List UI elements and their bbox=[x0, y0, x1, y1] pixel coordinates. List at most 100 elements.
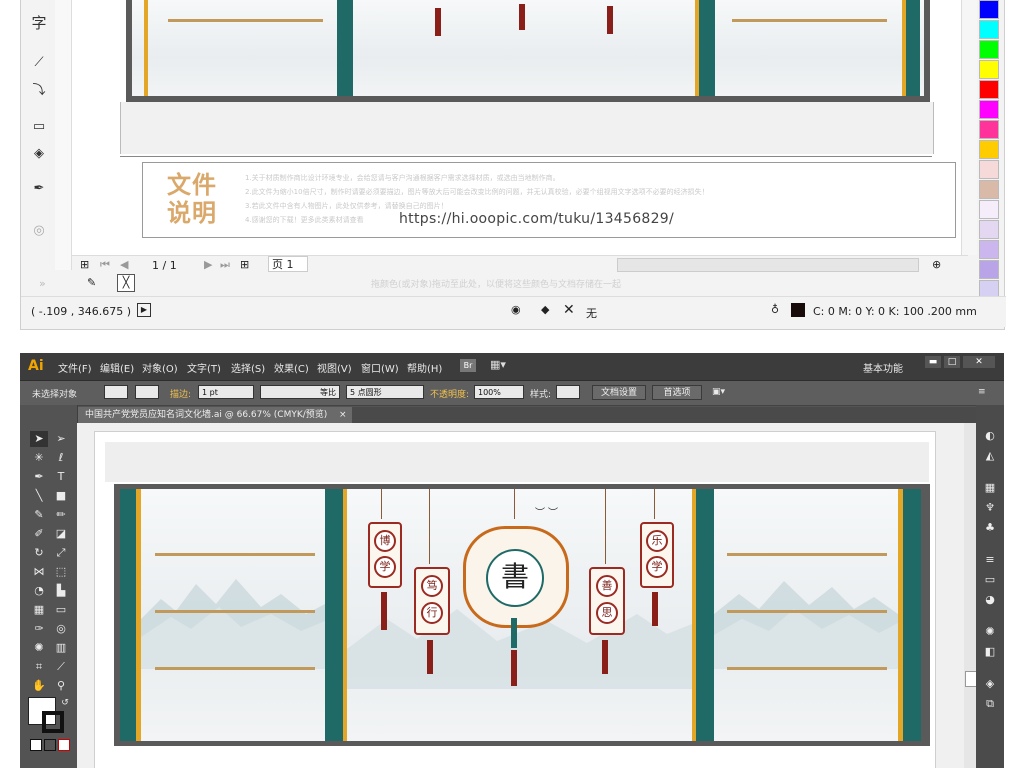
menu-file[interactable]: 文件(F) bbox=[58, 360, 92, 375]
shadow-tool-icon[interactable]: ▭ bbox=[30, 118, 48, 136]
stroke-weight-input[interactable]: 1 pt bbox=[198, 385, 254, 399]
color-swatch[interactable] bbox=[979, 20, 999, 39]
mesh-tool-icon[interactable]: ▦ bbox=[30, 602, 48, 618]
symbol-sprayer-tool-icon[interactable]: ✺ bbox=[30, 640, 48, 656]
color-mode-icon[interactable] bbox=[30, 739, 42, 751]
bridge-button[interactable]: Br bbox=[460, 359, 476, 372]
rotate-tool-icon[interactable]: ↻ bbox=[30, 545, 48, 561]
zoom-tool-icon[interactable]: ⚲ bbox=[52, 678, 70, 694]
add-page-icon[interactable]: ⊞ bbox=[80, 258, 89, 271]
prev-page-icon[interactable]: ◀ bbox=[120, 258, 128, 271]
fill-tool-icon[interactable]: ◎ bbox=[30, 222, 48, 240]
maximize-button[interactable]: □ bbox=[944, 356, 960, 368]
symbols-icon[interactable]: ♣ bbox=[982, 521, 998, 535]
page-tab[interactable]: 页 1 bbox=[268, 256, 308, 272]
gradient-panel-icon[interactable]: ▭ bbox=[982, 573, 998, 587]
artboards-panel-icon[interactable]: ⧉ bbox=[982, 697, 998, 711]
connector-tool-icon[interactable]: ⤵ bbox=[30, 82, 48, 100]
fill-swatch[interactable] bbox=[104, 385, 128, 399]
panel-menu-icon[interactable]: ≡ bbox=[978, 387, 986, 397]
gradient-tool-icon[interactable]: ▭ bbox=[52, 602, 70, 618]
eraser-tool-icon[interactable]: ◪ bbox=[52, 526, 70, 542]
free-transform-tool-icon[interactable]: ⬚ bbox=[52, 564, 70, 580]
brush-select[interactable]: 5 点圆形 bbox=[346, 385, 424, 399]
target-icon[interactable]: ◉ bbox=[511, 303, 521, 316]
menu-type[interactable]: 文字(T) bbox=[187, 360, 221, 375]
color-guide-icon[interactable]: ◭ bbox=[982, 449, 998, 463]
shape-builder-tool-icon[interactable]: ◔ bbox=[30, 583, 48, 599]
rectangle-tool-icon[interactable]: ■ bbox=[52, 488, 70, 504]
arrange-icon[interactable]: ▣▾ bbox=[712, 387, 725, 397]
zoom-icon[interactable]: ⊕ bbox=[932, 258, 941, 271]
opacity-input[interactable]: 100% bbox=[474, 385, 524, 399]
color-swatch[interactable] bbox=[979, 240, 999, 259]
none-mode-icon[interactable] bbox=[58, 739, 70, 751]
no-color-swatch-icon[interactable]: ╳ bbox=[117, 274, 135, 292]
line-tool-icon[interactable]: ╲ bbox=[30, 488, 48, 504]
palette-scrollbar[interactable] bbox=[961, 0, 977, 255]
color-swatch[interactable] bbox=[979, 200, 999, 219]
document-tab[interactable]: 中国共产党党员应知名词文化墙.ai @ 66.67% (CMYK/预览) × bbox=[77, 407, 352, 423]
color-swatch[interactable] bbox=[979, 140, 999, 159]
horizontal-scrollbar[interactable] bbox=[617, 258, 919, 272]
color-swatch[interactable] bbox=[979, 80, 999, 99]
color-swatch[interactable] bbox=[979, 260, 999, 279]
menu-edit[interactable]: 编辑(E) bbox=[100, 360, 134, 375]
menu-effect[interactable]: 效果(C) bbox=[274, 360, 309, 375]
lasso-tool-icon[interactable]: ℓ bbox=[52, 450, 70, 466]
variable-width-select[interactable]: 等比 bbox=[260, 385, 340, 399]
color-swatch[interactable] bbox=[979, 180, 999, 199]
stroke-panel-icon[interactable]: ≡ bbox=[982, 553, 998, 567]
dimension-tool-icon[interactable]: ⟋ bbox=[30, 54, 48, 72]
type-tool-icon[interactable]: T bbox=[52, 469, 70, 485]
arrange-documents-icon[interactable]: ▦▾ bbox=[490, 358, 506, 371]
hand-tool-icon[interactable]: ✋ bbox=[30, 678, 48, 694]
direct-selection-tool-icon[interactable]: ➢ bbox=[52, 431, 70, 447]
column-graph-tool-icon[interactable]: ▥ bbox=[52, 640, 70, 656]
add-page-end-icon[interactable]: ⊞ bbox=[240, 258, 249, 271]
width-tool-icon[interactable]: ⋈ bbox=[30, 564, 48, 580]
color-swatch[interactable] bbox=[979, 0, 999, 19]
play-icon[interactable]: ▶ bbox=[137, 303, 151, 317]
color-swatch[interactable] bbox=[979, 100, 999, 119]
color-panel-icon[interactable]: ◐ bbox=[982, 429, 998, 443]
minimize-button[interactable]: ▬ bbox=[925, 356, 941, 368]
pen-icon[interactable]: ♁ bbox=[771, 303, 779, 316]
menu-view[interactable]: 视图(V) bbox=[317, 360, 352, 375]
perspective-grid-tool-icon[interactable]: ▙ bbox=[52, 583, 70, 599]
text-tool-icon[interactable]: 字 bbox=[30, 14, 48, 32]
menu-help[interactable]: 帮助(H) bbox=[407, 360, 442, 375]
document-setup-button[interactable]: 文档设置 bbox=[592, 385, 646, 400]
corel-canvas[interactable]: 文件说明 1.关于材质制作商比设计环境专业，会给您请与客户沟通根据客户需求选择材… bbox=[72, 0, 968, 255]
swap-colors-icon[interactable]: ↺ bbox=[56, 695, 74, 711]
blob-brush-tool-icon[interactable]: ✐ bbox=[30, 526, 48, 542]
vertical-scrollbar[interactable] bbox=[964, 423, 977, 768]
pencil-tool-icon[interactable]: ✏ bbox=[52, 507, 70, 523]
paintbrush-tool-icon[interactable]: ✎ bbox=[30, 507, 48, 523]
color-swatch[interactable] bbox=[979, 220, 999, 239]
menu-object[interactable]: 对象(O) bbox=[142, 360, 178, 375]
opacity-label[interactable]: 不透明度: bbox=[430, 387, 469, 400]
slice-tool-icon[interactable]: ⟋ bbox=[52, 659, 70, 675]
workspace-switcher[interactable]: 基本功能 bbox=[863, 360, 903, 375]
artboard-canvas[interactable]: ︶︶ 博 学 笃 行 書 善 思 乐 学 bbox=[77, 423, 964, 768]
eyedropper-tool-icon[interactable]: ✑ bbox=[30, 621, 48, 637]
menu-window[interactable]: 窗口(W) bbox=[361, 360, 399, 375]
first-page-icon[interactable]: ⏮ bbox=[100, 258, 110, 272]
color-swatch[interactable] bbox=[979, 160, 999, 179]
artboard-tool-icon[interactable]: ⌗ bbox=[30, 659, 48, 675]
eyedropper-tool-icon[interactable]: ✒ bbox=[30, 180, 48, 198]
swatches-icon[interactable]: ▦ bbox=[982, 481, 998, 495]
preferences-button[interactable]: 首选项 bbox=[652, 385, 702, 400]
color-swatch[interactable] bbox=[979, 120, 999, 139]
pen-tool-icon[interactable]: ✒ bbox=[30, 469, 48, 485]
transparency-tool-icon[interactable]: ◈ bbox=[30, 145, 48, 163]
menu-select[interactable]: 选择(S) bbox=[231, 360, 265, 375]
scale-tool-icon[interactable]: ⤢ bbox=[52, 545, 70, 561]
stroke-label[interactable]: 描边: bbox=[170, 387, 191, 400]
blend-tool-icon[interactable]: ◎ bbox=[52, 621, 70, 637]
style-swatch[interactable] bbox=[556, 385, 580, 399]
graphic-styles-icon[interactable]: ◧ bbox=[982, 645, 998, 659]
gradient-mode-icon[interactable] bbox=[44, 739, 56, 751]
magic-wand-tool-icon[interactable]: ✳ bbox=[30, 450, 48, 466]
